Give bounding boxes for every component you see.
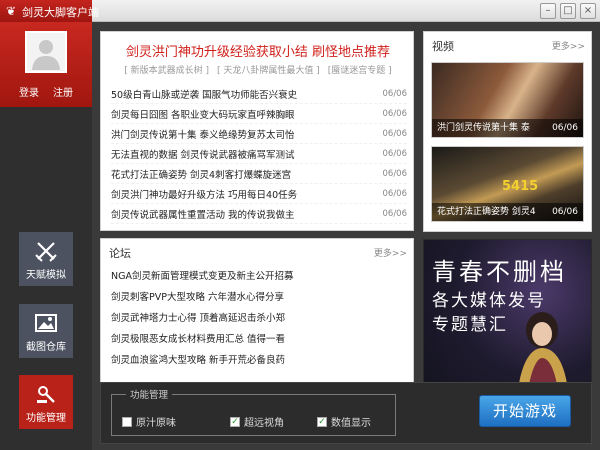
title-bar: ❦ 剑灵大脚客户端 – □ × [0,0,600,22]
banner-line-2: 各大媒体发号 [432,291,546,311]
list-item[interactable]: NGA剑灵新面管理模式变更及新主公开招募 [111,266,407,287]
news-sub-link[interactable]: [ 新版本武器成长树 ] [124,63,209,76]
list-item[interactable]: 无法直视的数据 剑灵传说武器被痛骂军测试 06/06 [111,144,407,164]
window-title: 剑灵大脚客户端 [22,6,99,19]
video-more-link[interactable]: 更多>> [552,39,585,52]
news-date: 06/06 [382,208,408,219]
news-title[interactable]: 无法直视的数据 剑灵传说武器被痛骂军测试 [111,147,295,161]
option-label: 原汁原味 [136,418,176,429]
video-caption-bar: 花式打法正确姿势 剑灵4 06/06 [432,203,583,221]
main-area: 剑灵洪门神功升级经验获取小结 刷怪地点推荐 [ 新版本武器成长树 ] [ 天龙八… [92,22,600,450]
list-item[interactable]: 剑灵血浪鲨鸿大型攻略 新手开荒必备良药 [111,350,407,371]
video-date: 06/06 [552,207,578,217]
close-button[interactable]: × [580,3,596,19]
start-game-button[interactable]: 开始游戏 [479,395,571,427]
promo-banner[interactable]: 青春不删档 各大媒体发号 专题慧汇 [423,239,592,389]
option-far-view[interactable]: ✓ 超远视角 [230,414,284,429]
sidebar: 登录 注册 天赋模拟 截图仓库 功能管理 [0,22,92,450]
list-item[interactable]: 剑灵每日囧图 各职业变大码玩家直呼辣胸眼 06/06 [111,104,407,124]
title-brand-area: ❦ 剑灵大脚客户端 [0,0,99,22]
news-title[interactable]: 50级白青山脉或逆袭 国服气功师能否兴衰史 [111,87,297,101]
list-item[interactable]: 剑灵传说武器属性重置活动 我的传说我做主 06/06 [111,204,407,224]
minimize-button[interactable]: – [540,3,556,19]
news-title[interactable]: 剑灵每日囧图 各职业变大码玩家直呼辣胸眼 [111,107,295,121]
option-original-flavor[interactable]: 原汁原味 [122,414,176,429]
news-date: 06/06 [382,128,408,139]
video-title: 视频 [432,40,454,53]
option-label: 数值显示 [331,418,371,429]
window-controls: – □ × [540,3,596,19]
register-link[interactable]: 注册 [53,84,73,99]
video-panel: 视频 更多>> 洪门剑灵传说第十集 泰 06/06 5415 花式打法正确姿势 … [423,31,592,232]
character-illustration [518,312,568,388]
banner-line-3: 专题慧汇 [432,315,508,335]
nav-function-manage[interactable]: 功能管理 [19,375,73,429]
news-headline[interactable]: 剑灵洪门神功升级经验获取小结 刷怪地点推荐 [101,41,415,60]
forum-more-link[interactable]: 更多>> [374,246,407,259]
video-score-overlay: 5415 [502,179,539,194]
auth-links: 登录 注册 [0,84,92,99]
news-sub-link[interactable]: [蜃谜迷宫专题 ] [328,63,392,76]
option-label: 超远视角 [244,418,284,429]
nav-talent-sim-label: 天赋模拟 [26,270,66,281]
news-date: 06/06 [382,168,408,179]
news-list: 50级白青山脉或逆袭 国服气功师能否兴衰史 06/06 剑灵每日囧图 各职业变大码… [111,84,407,224]
list-item[interactable]: 50级白青山脉或逆袭 国服气功师能否兴衰史 06/06 [111,84,407,104]
list-item[interactable]: 花式打法正确姿势 剑灵4刺客打爆蝶旋迷宫 06/06 [111,164,407,184]
forum-list: NGA剑灵新面管理模式变更及新主公开招募 剑灵刺客PVP大型攻略 六年潜水心得分… [111,266,407,371]
function-group-title: 功能管理 [126,387,173,401]
maximize-button[interactable]: □ [560,3,576,19]
video-caption: 花式打法正确姿势 剑灵4 [437,207,536,217]
picture-icon [35,314,57,332]
news-date: 06/06 [382,88,408,99]
video-caption: 洪门剑灵传说第十集 泰 [437,123,530,133]
login-link[interactable]: 登录 [19,84,39,99]
news-sub-links: [ 新版本武器成长树 ] [ 天龙八卦牌属性最大值 ] [蜃谜迷宫专题 ] [101,63,415,76]
news-sub-link[interactable]: [ 天龙八卦牌属性最大值 ] [217,63,320,76]
paw-icon: ❦ [6,4,17,18]
tools-icon [37,386,55,403]
function-manage-group: 功能管理 原汁原味 ✓ 超远视角 ✓ 数值显示 [111,387,396,436]
option-value-display[interactable]: ✓ 数值显示 [317,414,371,429]
checkbox-checked[interactable]: ✓ [317,416,327,427]
list-item[interactable]: 洪门剑灵传说第十集 泰义绝缘势复苏太司怡 06/06 [111,124,407,144]
bottom-bar: 功能管理 原汁原味 ✓ 超远视角 ✓ 数值显示 开始游戏 [100,382,592,444]
crossed-swords-icon [35,242,57,262]
list-item[interactable]: 剑灵极限恶女成长材料费用汇总 值得一看 [111,329,407,350]
user-silhouette-icon [32,40,60,70]
list-item[interactable]: 剑灵刺客PVP大型攻略 六年潜水心得分享 [111,287,407,308]
forum-panel: 论坛 更多>> NGA剑灵新面管理模式变更及新主公开招募 剑灵刺客PVP大型攻略… [100,238,414,391]
nav-talent-sim[interactable]: 天赋模拟 [19,232,73,286]
news-title[interactable]: 花式打法正确姿势 剑灵4刺客打爆蝶旋迷宫 [111,167,291,181]
news-date: 06/06 [382,188,408,199]
banner-line-1: 青春不删档 [432,258,567,286]
video-thumbnail[interactable]: 洪门剑灵传说第十集 泰 06/06 [431,62,584,138]
news-title[interactable]: 剑灵传说武器属性重置活动 我的传说我做主 [111,207,295,221]
forum-title: 论坛 [109,247,131,260]
news-date: 06/06 [382,108,408,119]
nav-screenshot-repo-label: 截图仓库 [26,342,66,353]
news-date: 06/06 [382,148,408,159]
avatar[interactable] [25,31,67,73]
checkbox-checked[interactable]: ✓ [230,416,240,427]
video-caption-bar: 洪门剑灵传说第十集 泰 06/06 [432,119,583,137]
list-item[interactable]: 剑灵武神塔力士心得 顶着高延迟击杀小郑 [111,308,407,329]
user-area: 登录 注册 [0,22,92,107]
news-title[interactable]: 剑灵洪门神功最好升级方法 巧用每日40任务 [111,187,297,201]
video-date: 06/06 [552,123,578,133]
nav-function-manage-label: 功能管理 [26,413,66,424]
news-panel: 剑灵洪门神功升级经验获取小结 刷怪地点推荐 [ 新版本武器成长树 ] [ 天龙八… [100,31,414,231]
nav-screenshot-repo[interactable]: 截图仓库 [19,304,73,358]
video-thumbnail[interactable]: 5415 花式打法正确姿势 剑灵4 06/06 [431,146,584,222]
news-title[interactable]: 洪门剑灵传说第十集 泰义绝缘势复苏太司怡 [111,127,295,141]
list-item[interactable]: 剑灵洪门神功最好升级方法 巧用每日40任务 06/06 [111,184,407,204]
checkbox-unchecked[interactable] [122,416,132,427]
